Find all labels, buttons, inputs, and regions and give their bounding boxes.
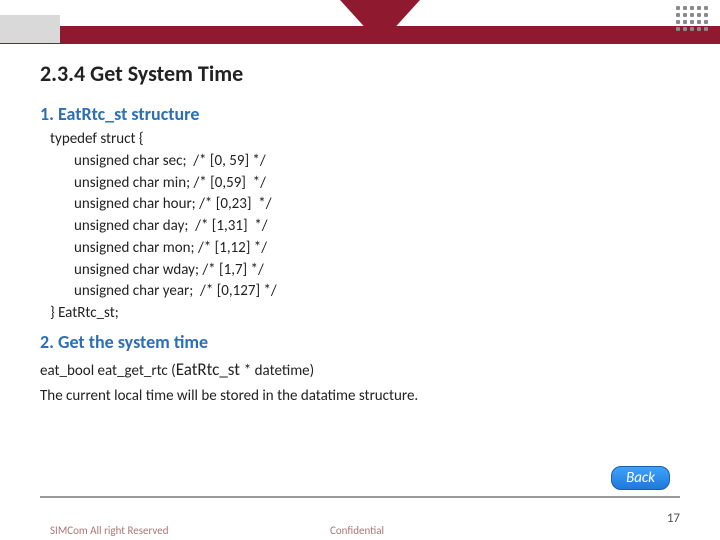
footer-confidential: Confidential (330, 524, 384, 537)
code-line: unsigned char min; /* [0,59] */ (50, 173, 680, 195)
section1-heading: 1. EatRtc_st structure (40, 103, 680, 125)
function-signature: eat_bool eat_get_rtc (EatRtc_st * dateti… (40, 359, 680, 380)
header-chevron (340, 0, 420, 44)
section2-desc: The current local time will be stored in… (40, 386, 680, 407)
code-line: unsigned char hour; /* [0,23] */ (50, 194, 680, 216)
code-line: typedef struct { (50, 129, 680, 151)
sig-type: EatRtc_st (176, 359, 244, 380)
footer-divider (40, 496, 680, 498)
code-line: unsigned char wday; /* [1,7] */ (50, 260, 680, 282)
content-area: 2.3.4 Get System Time 1. EatRtc_st struc… (40, 60, 680, 407)
code-line: } EatRtc_st; (50, 303, 680, 325)
section2-heading: 2. Get the system time (40, 331, 680, 353)
code-line: unsigned char year; /* [0,127] */ (50, 281, 680, 303)
back-button[interactable]: Back (611, 466, 670, 490)
code-line: unsigned char mon; /* [1,12] */ (50, 238, 680, 260)
code-line: unsigned char day; /* [1,31] */ (50, 216, 680, 238)
struct-code: typedef struct { unsigned char sec; /* [… (50, 129, 680, 325)
page-number: 17 (667, 511, 680, 526)
page-title: 2.3.4 Get System Time (40, 60, 680, 87)
dot-grid-icon (676, 6, 708, 31)
sig-suffix: * datetime) (244, 362, 314, 380)
code-line: unsigned char sec; /* [0, 59] */ (50, 151, 680, 173)
header-left-block (0, 15, 60, 43)
sig-prefix: eat_bool eat_get_rtc ( (40, 362, 176, 380)
footer-copyright: SIMCom All right Reserved (50, 524, 169, 537)
